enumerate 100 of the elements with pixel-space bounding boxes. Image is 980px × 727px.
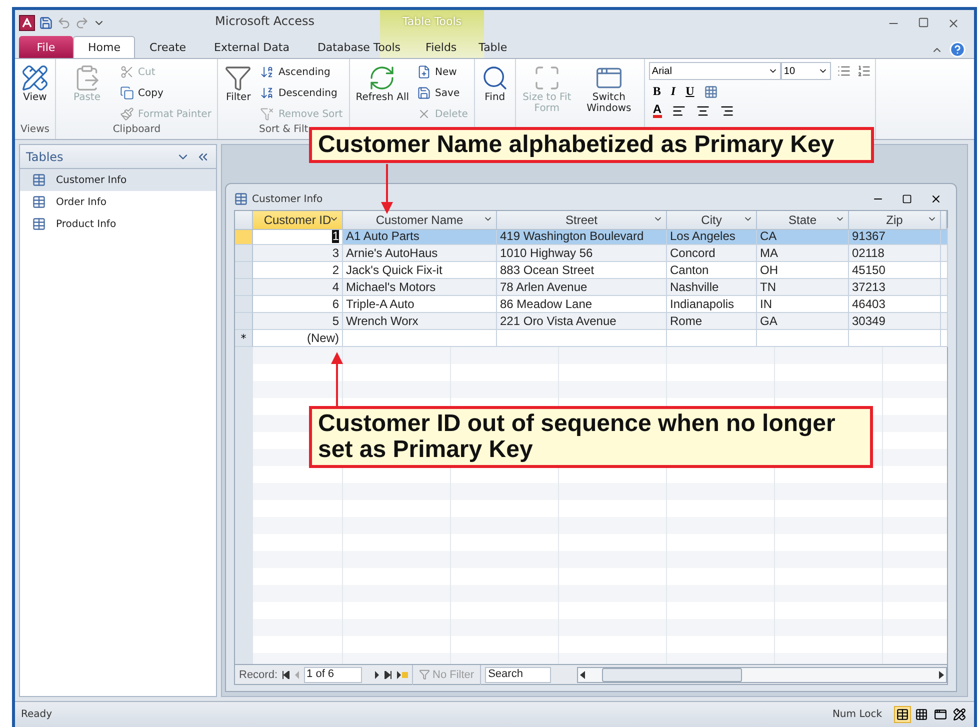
help-icon[interactable] [949, 41, 966, 58]
table-cell: 02118 [849, 245, 941, 262]
search-icon [480, 64, 509, 92]
ribbon-tab[interactable]: Create [135, 36, 200, 58]
underline-button[interactable]: U [686, 84, 694, 99]
filter-icon [224, 64, 252, 92]
table-cell: 86 Meadow Lane [497, 296, 667, 313]
nav-item[interactable]: Order Info [20, 191, 216, 213]
align-center-icon[interactable] [696, 104, 710, 118]
ribbon-button[interactable]: View [19, 62, 51, 124]
table-cell: 4 [253, 279, 343, 296]
callout-arrow [380, 164, 394, 214]
bullet-list-icon[interactable] [836, 64, 851, 78]
nav-item[interactable]: Customer Info [20, 169, 216, 191]
font-field[interactable]: Arial [648, 62, 781, 80]
brush-icon [120, 107, 134, 121]
callout-arrow [330, 352, 344, 407]
ribbon-tab[interactable]: Fields [414, 36, 468, 58]
align-right-icon[interactable] [720, 104, 734, 118]
last-record-icon[interactable] [384, 670, 392, 678]
ribbon-button[interactable]: Copy [118, 83, 214, 103]
ribbon-tab[interactable]: Database Tools [303, 36, 415, 58]
ribbon-tab[interactable]: Home [73, 36, 136, 58]
table-cell: Canton [667, 262, 757, 279]
ribbon-button[interactable]: Switch Windows [578, 62, 640, 124]
new-record-icon [417, 65, 432, 79]
table-icon [32, 195, 46, 209]
callout: Customer Name alphabetized as Primary Key [309, 127, 874, 163]
table-cell: 1010 Highway 56 [497, 245, 667, 262]
search-field[interactable]: Search [485, 666, 552, 682]
table-cell: 30349 [849, 313, 941, 330]
pivot-table-button[interactable] [913, 706, 930, 723]
ribbon-button[interactable]: Find [478, 62, 511, 124]
table-cell: IN [757, 296, 849, 313]
ribbon-button[interactable]: Save [415, 83, 470, 103]
ribbon-tab[interactable]: File [19, 36, 73, 58]
column-header[interactable]: Zip [849, 211, 941, 230]
scroll-right-icon[interactable] [936, 670, 946, 680]
table-cell: Indianapolis [667, 296, 757, 313]
table-cell: Concord [667, 245, 757, 262]
record-label: Record: [239, 668, 278, 680]
save-icon[interactable] [39, 16, 53, 30]
table-cell: MA [757, 245, 849, 262]
next-record-icon[interactable] [374, 670, 380, 678]
ribbon-button[interactable]: Refresh All [354, 62, 412, 124]
table-cell: Michael's Motors [343, 279, 497, 296]
table-cell: Nashville [667, 279, 757, 296]
column-header[interactable]: State [757, 211, 849, 230]
table-cell: 221 Oro Vista Avenue [497, 313, 667, 330]
ribbon-tab[interactable]: Table [468, 36, 518, 58]
bold-button[interactable]: B [652, 84, 661, 99]
table-cell: Rome [667, 313, 757, 330]
column-header[interactable]: City [667, 211, 757, 230]
sort-descending-icon [260, 86, 274, 100]
italic-button[interactable]: I [670, 84, 676, 99]
column-header[interactable]: Customer Name [343, 211, 497, 230]
status-text: Ready [21, 709, 54, 720]
refresh-icon [368, 64, 396, 92]
sort-ascending-icon [260, 65, 274, 79]
table-cell: Wrench Worx [343, 313, 497, 330]
table-icon [32, 217, 46, 231]
table-cell: TN [757, 279, 849, 296]
table-cell: 3 [253, 245, 343, 262]
table-icon [32, 173, 46, 187]
align-left-icon[interactable] [672, 104, 686, 118]
table-cell: GA [757, 313, 849, 330]
table-cell: 45150 [849, 262, 941, 279]
table-cell: 6 [253, 296, 343, 313]
ribbon-tab[interactable]: External Data [200, 36, 304, 58]
table-cell: 78 Arlen Avenue [497, 279, 667, 296]
ribbon-button[interactable]: Descending [258, 83, 345, 103]
ribbon-button[interactable]: Filter [222, 62, 254, 124]
column-header[interactable]: Street [497, 211, 667, 230]
table-cell: 2 [253, 262, 343, 279]
fit-form-icon [532, 64, 561, 92]
scissors-icon [120, 65, 134, 79]
num-lock-indicator: Num Lock [832, 709, 882, 720]
new-row-marker: * [235, 330, 253, 347]
numbered-list-icon[interactable] [856, 64, 871, 78]
first-record-icon[interactable] [282, 670, 290, 678]
ribbon-button[interactable]: Ascending [258, 62, 345, 82]
column-header[interactable]: Customer ID [253, 211, 343, 230]
restore-icon[interactable] [902, 194, 912, 204]
filter-icon [418, 669, 430, 680]
horizontal-scrollbar[interactable] [577, 666, 947, 682]
new-record-icon[interactable] [396, 670, 408, 678]
ribbon-button[interactable]: New [415, 62, 470, 82]
font-size-field[interactable]: 10 [780, 62, 831, 80]
table-icon [234, 192, 248, 206]
font-color-button[interactable]: A [652, 103, 662, 118]
nav-item[interactable]: Product Info [20, 213, 216, 235]
gridlines-icon[interactable] [704, 84, 718, 98]
copy-icon [120, 86, 134, 100]
datasheet-view-button[interactable] [894, 706, 911, 723]
table-cell: 5 [253, 313, 343, 330]
record-position-field[interactable]: 1 of 6 [304, 666, 362, 682]
group-label: Views [20, 124, 50, 137]
design-view-button[interactable] [951, 706, 968, 723]
group-label: Clipboard [112, 124, 162, 137]
close-icon[interactable] [930, 193, 942, 205]
